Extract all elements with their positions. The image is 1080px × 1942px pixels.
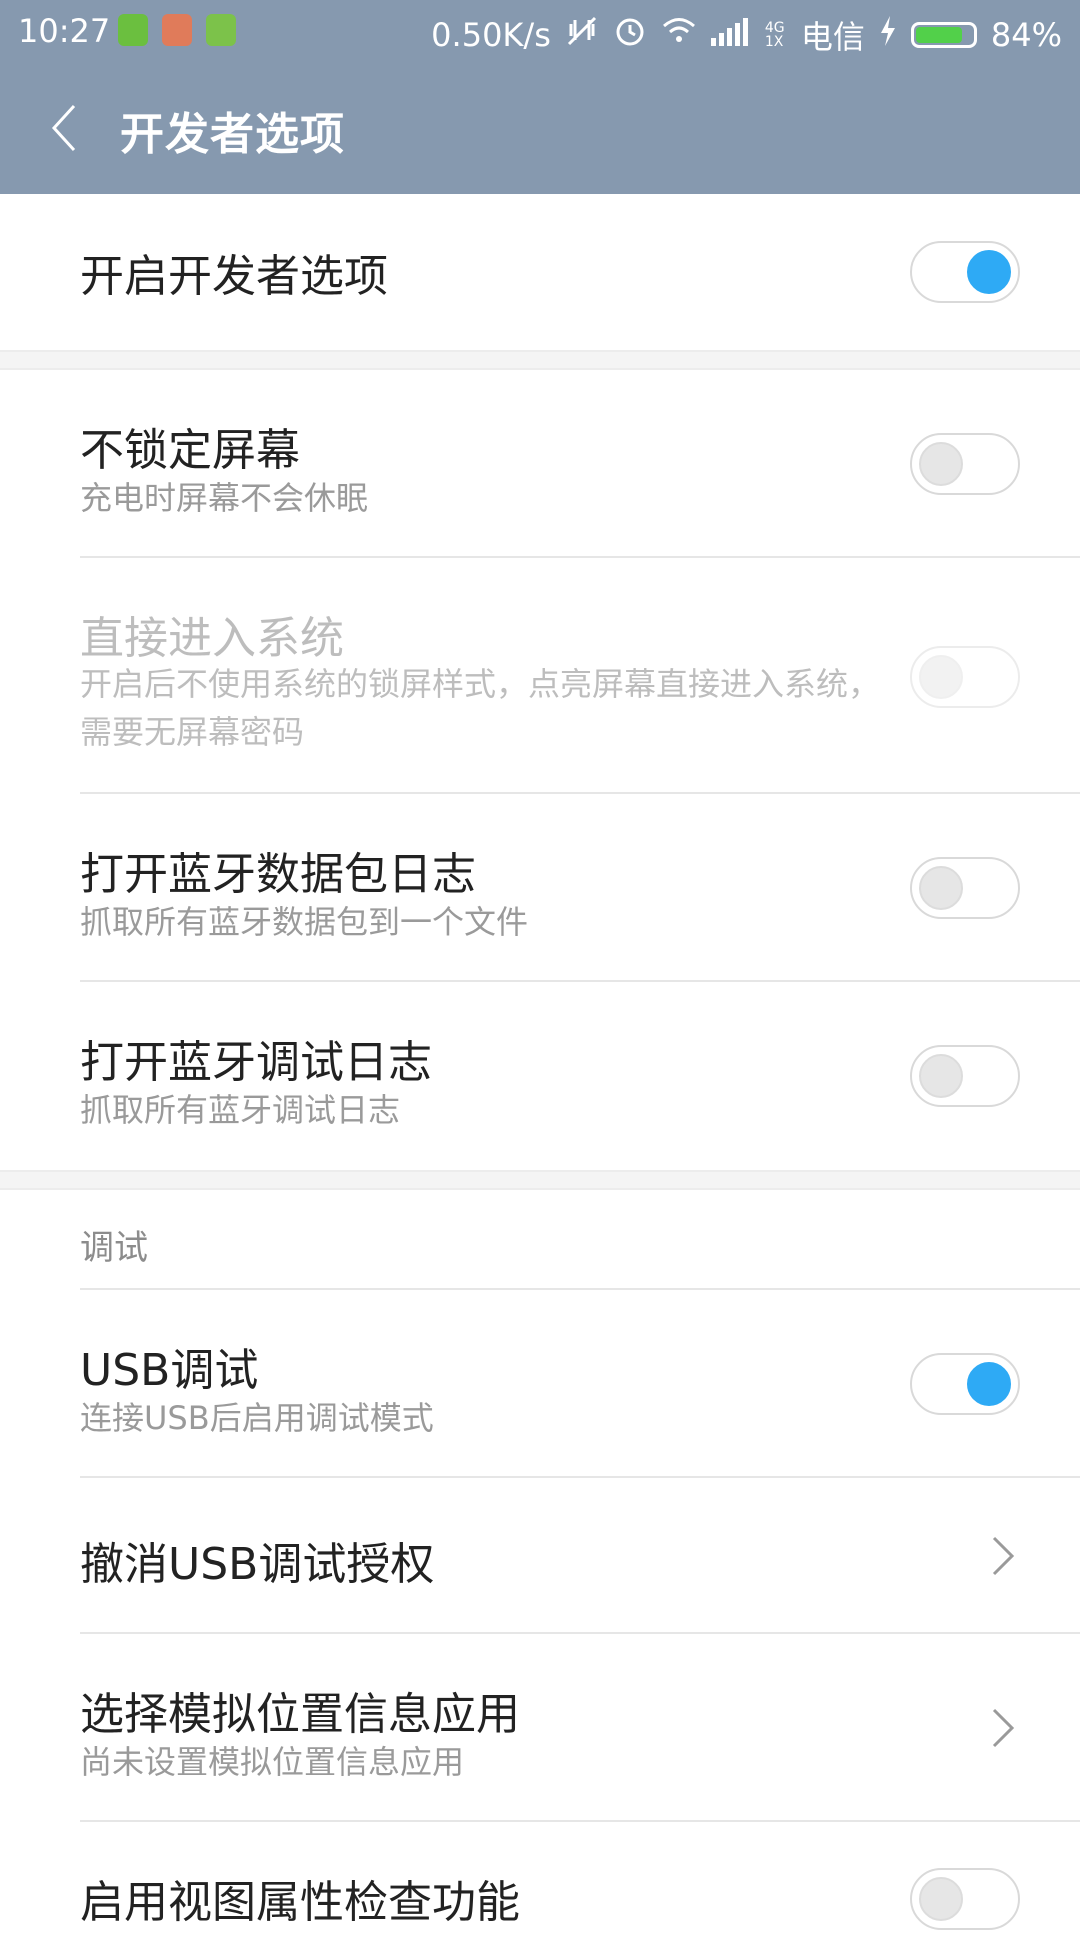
mock-location-title: 选择模拟位置信息应用: [80, 1689, 520, 1740]
notification-icons: [118, 14, 236, 46]
status-bar: 10:27 0.50K/s 4G 1X 电信 84%: [0, 0, 1080, 62]
back-button[interactable]: [44, 102, 84, 154]
app-bar: 开发者选项: [0, 62, 1080, 194]
developer-options-label: 开启开发者选项: [80, 251, 388, 302]
revoke-usb-auth-title: 撤消USB调试授权: [80, 1539, 435, 1590]
chevron-right-icon: [988, 1704, 1018, 1752]
bt-debug-log-subtitle: 抓取所有蓝牙调试日志: [80, 1091, 401, 1129]
direct-unlock-title: 直接进入系统: [80, 613, 344, 664]
section-gap: [0, 350, 1080, 370]
mock-location-row[interactable]: 选择模拟位置信息应用 尚未设置模拟位置信息应用: [0, 1634, 1080, 1822]
usb-debugging-toggle[interactable]: [910, 1353, 1020, 1415]
usb-debugging-row[interactable]: USB调试 连接USB后启用调试模式: [0, 1290, 1080, 1478]
view-attribute-inspection-toggle[interactable]: [910, 1868, 1020, 1930]
stay-awake-toggle[interactable]: [910, 433, 1020, 495]
direct-unlock-toggle: [910, 646, 1020, 708]
battery-icon: [910, 22, 977, 48]
photo-app-icon: [162, 14, 192, 46]
stay-awake-subtitle: 充电时屏幕不会休眠: [80, 479, 369, 517]
direct-unlock-row: 直接进入系统 开启后不使用系统的锁屏样式，点亮屏幕直接进入系统，需要无屏幕密码: [0, 558, 1080, 794]
revoke-usb-auth-row[interactable]: 撤消USB调试授权: [0, 1478, 1080, 1634]
direct-unlock-subtitle: 开启后不使用系统的锁屏样式，点亮屏幕直接进入系统，需要无屏幕密码: [80, 665, 881, 751]
toggle-knob: [919, 866, 963, 910]
toggle-knob: [919, 1054, 963, 1098]
toggle-knob: [967, 1362, 1011, 1406]
status-time: 10:27: [18, 12, 111, 50]
bt-hci-log-title: 打开蓝牙数据包日志: [80, 849, 476, 900]
usb-debugging-subtitle: 连接USB后启用调试模式: [80, 1399, 434, 1437]
vibrate-off-icon: [565, 14, 599, 56]
wifi-icon: [661, 16, 697, 54]
section-gap: [0, 1170, 1080, 1190]
debug-section-header: 调试: [0, 1190, 1080, 1290]
network-speed: 0.50K/s: [431, 16, 551, 54]
network-type: 4G 1X: [764, 20, 785, 50]
usb-debugging-title: USB调试: [80, 1345, 259, 1396]
developer-options-toggle[interactable]: [910, 241, 1020, 303]
battery-app-icon: [118, 14, 148, 46]
toggle-knob: [919, 655, 963, 699]
bt-hci-log-toggle[interactable]: [910, 857, 1020, 919]
developer-options-row[interactable]: 开启开发者选项: [0, 194, 1080, 350]
bt-debug-log-toggle[interactable]: [910, 1045, 1020, 1107]
view-attribute-inspection-row[interactable]: 启用视图属性检查功能: [0, 1822, 1080, 1942]
battery-percent: 84%: [990, 16, 1062, 54]
status-right: 0.50K/s 4G 1X 电信 84%: [431, 12, 1062, 58]
chevron-right-icon: [988, 1532, 1018, 1580]
bt-debug-log-title: 打开蓝牙调试日志: [80, 1037, 432, 1088]
stay-awake-row[interactable]: 不锁定屏幕 充电时屏幕不会休眠: [0, 370, 1080, 558]
back-arrow-icon: [51, 104, 76, 152]
bt-debug-log-row[interactable]: 打开蓝牙调试日志 抓取所有蓝牙调试日志: [0, 982, 1080, 1170]
alarm-icon: [613, 14, 647, 56]
bt-hci-log-row[interactable]: 打开蓝牙数据包日志 抓取所有蓝牙数据包到一个文件: [0, 794, 1080, 982]
view-attribute-inspection-title: 启用视图属性检查功能: [80, 1877, 520, 1928]
stay-awake-title: 不锁定屏幕: [80, 425, 300, 476]
signal-icon: [710, 16, 751, 54]
toggle-knob: [919, 442, 963, 486]
bt-hci-log-subtitle: 抓取所有蓝牙数据包到一个文件: [80, 903, 529, 941]
toggle-knob: [919, 1877, 963, 1921]
toggle-knob: [967, 250, 1011, 294]
mock-location-subtitle: 尚未设置模拟位置信息应用: [80, 1743, 465, 1781]
battery-fill: [915, 27, 963, 43]
carrier: 电信: [800, 18, 865, 56]
charging-icon: [879, 16, 897, 54]
android-app-icon: [206, 14, 236, 46]
settings-list: 开启开发者选项 不锁定屏幕 充电时屏幕不会休眠 直接进入系统 开启后不使用系统的…: [0, 194, 1080, 1942]
section-label: 调试: [80, 1228, 148, 1268]
page-title: 开发者选项: [120, 109, 345, 160]
